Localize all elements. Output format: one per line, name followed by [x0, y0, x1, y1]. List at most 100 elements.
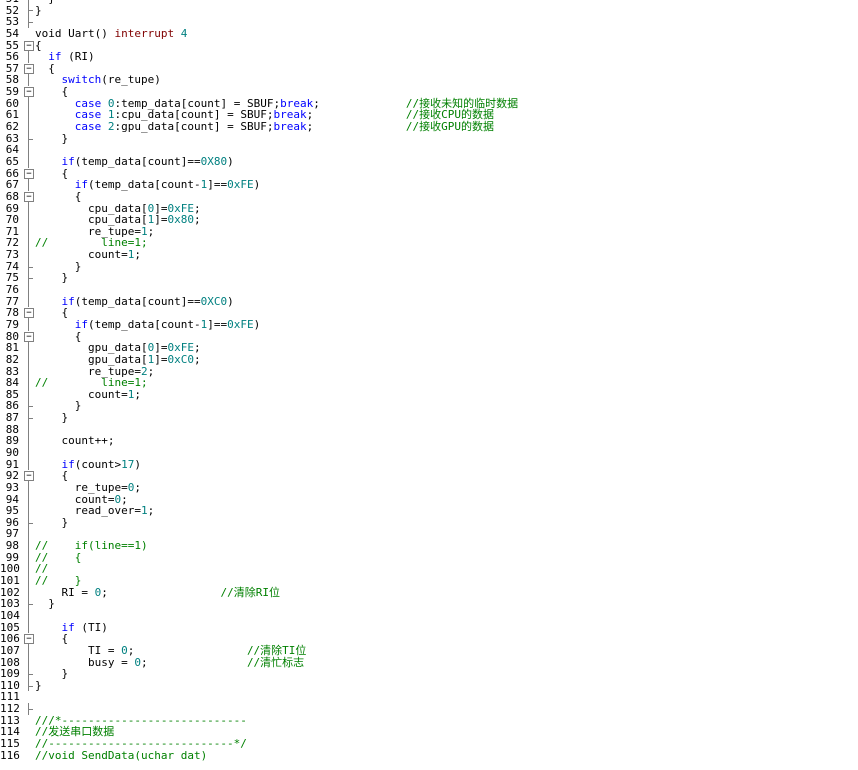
collapse-icon[interactable]: − [24, 87, 34, 98]
code-line[interactable]: 110} [0, 678, 858, 692]
code-line[interactable]: 98// if(line==1) [0, 540, 858, 552]
fold-gutter [23, 51, 35, 63]
fold-gutter [23, 214, 35, 226]
code-line[interactable]: 93 re_tupe=0; [0, 482, 858, 494]
collapse-icon[interactable]: − [24, 331, 34, 342]
fold-gutter[interactable]: − [23, 168, 35, 180]
code-token: void Uart() [35, 26, 115, 40]
fold-gutter [23, 458, 35, 471]
code-line[interactable]: 111 [0, 691, 858, 703]
fold-gutter[interactable]: − [23, 633, 35, 645]
fold-gutter [23, 284, 35, 296]
code-line[interactable]: 95 read_over=1; [0, 505, 858, 517]
code-line[interactable]: 105 if (TI) [0, 620, 858, 634]
code-line[interactable]: 75 } [0, 272, 858, 285]
code-token: } [35, 678, 42, 692]
collapse-icon[interactable]: − [24, 471, 34, 482]
fold-gutter [23, 109, 35, 122]
code-editor[interactable]: 51 }52}5354void Uart() interrupt 455−{56… [0, 0, 858, 761]
code-token: (TI) [74, 620, 108, 634]
code-token: ) [253, 317, 261, 331]
fold-gutter [23, 516, 35, 529]
fold-gutter [23, 4, 35, 17]
collapse-icon[interactable]: − [24, 40, 34, 51]
code-text: } [35, 4, 42, 17]
code-line[interactable]: 54 void Uart() interrupt 4 [0, 28, 858, 40]
code-token: (temp_data[count]== [74, 294, 201, 308]
code-line[interactable]: 89 count++; [0, 435, 858, 447]
line-number: 115 [0, 737, 20, 750]
code-text: } [35, 272, 68, 284]
code-token: ) [134, 457, 141, 471]
code-line[interactable]: 108 busy = 0; //清忙标志 [0, 655, 858, 669]
code-number: 1 [140, 504, 148, 518]
code-token: ]== [207, 178, 228, 192]
code-line[interactable]: 86 } [0, 400, 858, 413]
code-number: 0X80 [200, 154, 228, 168]
code-line[interactable]: 63 } [0, 132, 858, 145]
code-line[interactable]: 77 if(temp_data[count]==0XC0) [0, 294, 858, 308]
code-token: ]= [154, 213, 168, 227]
fold-gutter [23, 586, 35, 599]
fold-gutter [23, 318, 35, 331]
code-line[interactable]: 56 if (RI) [0, 51, 858, 63]
code-line[interactable]: 116 //void SendData(uchar dat) [0, 749, 858, 762]
collapse-icon[interactable]: − [24, 168, 34, 179]
fold-gutter[interactable]: − [23, 470, 35, 482]
collapse-icon[interactable]: − [24, 63, 34, 74]
fold-gutter [23, 423, 35, 436]
code-line[interactable]: 67 if(temp_data[count-1]==0xFE) [0, 179, 858, 191]
code-line[interactable]: 91 if(count>17) [0, 457, 858, 471]
fold-gutter [23, 551, 35, 564]
code-text: } [35, 132, 68, 145]
code-text: } [35, 412, 68, 424]
fold-gutter[interactable]: − [23, 307, 35, 319]
code-line[interactable]: 52} [0, 4, 858, 17]
code-line[interactable]: 104 [0, 610, 858, 622]
fold-gutter[interactable]: − [23, 191, 35, 203]
collapse-icon[interactable]: − [24, 634, 34, 645]
code-line[interactable]: 100// [0, 563, 858, 576]
code-line[interactable]: 113///*---------------------------- [0, 714, 858, 727]
code-number: 0 [134, 655, 141, 669]
code-line[interactable]: 73 count=1; [0, 249, 858, 261]
collapse-icon[interactable]: − [24, 308, 34, 319]
code-token: :gpu_data[count] = SBUF; [114, 120, 274, 134]
code-token: } [35, 597, 55, 611]
code-line[interactable]: 96 } [0, 517, 858, 529]
code-number: 0XC0 [200, 294, 228, 308]
code-token: (re_tupe) [101, 73, 161, 87]
fold-gutter[interactable]: − [23, 63, 35, 75]
code-token: ; [193, 352, 201, 366]
code-keyword: case [74, 120, 102, 134]
code-line[interactable]: 102 RI = 0; //清除RI位 [0, 586, 858, 599]
fold-gutter[interactable]: − [23, 86, 35, 98]
fold-gutter[interactable]: − [23, 331, 35, 343]
code-line[interactable]: 55−{ [0, 39, 858, 52]
fold-gutter [23, 656, 35, 669]
code-line[interactable]: 99// { [0, 551, 858, 564]
fold-gutter[interactable]: − [23, 40, 35, 52]
code-line[interactable]: 103 } [0, 598, 858, 610]
code-number: 0xFE [227, 317, 254, 331]
code-line[interactable]: 79 if(temp_data[count-1]==0xFE) [0, 319, 858, 331]
fold-gutter [23, 493, 35, 506]
code-line[interactable]: 88 [0, 424, 858, 436]
code-token: (temp_data[count]== [74, 154, 201, 168]
fold-gutter [23, 377, 35, 389]
code-line[interactable]: 74 } [0, 260, 858, 273]
code-line[interactable]: 85 count=1; [0, 388, 858, 401]
code-text: //void SendData(uchar dat) [35, 749, 207, 762]
code-line[interactable]: 109 } [0, 668, 858, 680]
fold-gutter [23, 679, 35, 692]
code-line[interactable]: 62 case 2:gpu_data[count] = SBUF;break; … [0, 121, 858, 133]
code-comment: //清忙标志 [246, 655, 305, 669]
fold-gutter [23, 738, 35, 750]
fold-gutter [23, 388, 35, 401]
code-line[interactable]: 87 } [0, 412, 858, 424]
collapse-icon[interactable]: − [24, 191, 34, 202]
code-token: } [35, 271, 69, 285]
code-number: 2 [107, 120, 115, 134]
code-line[interactable]: 65 if(temp_data[count]==0X80) [0, 156, 858, 168]
code-line[interactable]: 58 switch(re_tupe) [0, 73, 858, 87]
